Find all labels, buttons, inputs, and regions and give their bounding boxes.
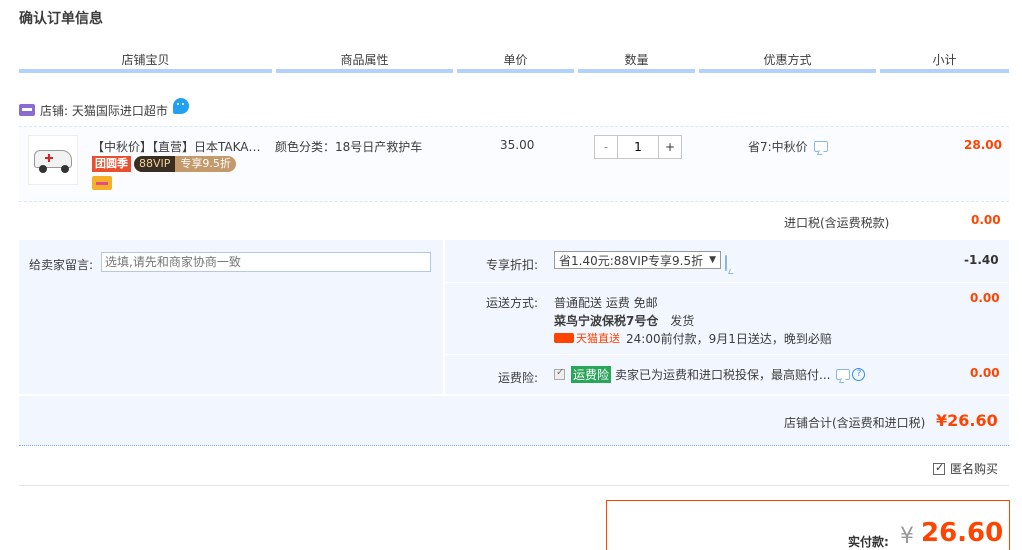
wangwang-chat-icon[interactable] xyxy=(172,98,189,114)
anonymous-purchase[interactable]: 匿名购买 xyxy=(933,460,998,477)
currency-symbol: ¥ xyxy=(900,524,914,549)
product-thumbnail[interactable] xyxy=(28,135,78,185)
qty-plus-button[interactable]: + xyxy=(659,136,681,158)
exclusive-discount-label: 专享折扣: xyxy=(485,258,538,272)
insurance-badge: 运费险 xyxy=(571,366,612,383)
insurance-label: 运费险: xyxy=(497,371,538,385)
comment-icon[interactable] xyxy=(836,369,851,380)
insurance-checkbox xyxy=(554,367,565,380)
credit-card-icon xyxy=(92,176,112,190)
header-underline xyxy=(699,69,876,73)
tmall-global-shop-icon xyxy=(19,104,35,116)
product-attribute: 颜色分类：18号日产救护车 xyxy=(275,140,423,154)
exclusive-discount-value: -1.40 xyxy=(964,253,999,267)
insurance-row: 运费险 卖家已为运费和进口税投保，最高赔付... ? xyxy=(554,366,866,383)
qty-minus-button[interactable]: - xyxy=(595,136,617,158)
item-subtotal: 28.00 xyxy=(964,138,1002,152)
shop-total-value: ¥26.60 xyxy=(936,411,998,430)
insurance-value: 0.00 xyxy=(970,366,1000,380)
promo-badges: 团圆季 88VIP 专享9.5折 xyxy=(92,156,236,172)
header-underline xyxy=(578,69,695,73)
import-tax-label: 进口税(含运费税款) xyxy=(784,216,890,230)
tuanyuan-badge: 团圆季 xyxy=(92,156,131,172)
col-header-shop-item: 店铺宝贝 xyxy=(121,53,170,67)
col-header-qty: 数量 xyxy=(624,53,649,67)
anonymous-label: 匿名购买 xyxy=(950,462,999,476)
import-tax-value: 0.00 xyxy=(971,213,1001,227)
product-name-link[interactable]: 【中秋价】【直营】日本TAKARA TOMY多美卡合金车 xyxy=(92,138,268,155)
select-value: 省1.40元:88VIP专享9.5折 xyxy=(559,253,704,268)
help-icon[interactable]: ? xyxy=(852,368,866,381)
discount-method: 省7:中秋价 xyxy=(748,138,828,155)
shipping-label: 运送方式: xyxy=(485,296,538,310)
unit-price: 35.00 xyxy=(500,138,535,152)
shop-name[interactable]: 店铺: 天猫国际进口超市 xyxy=(40,102,168,119)
quantity-stepper: - + xyxy=(594,135,682,159)
page-title: 确认订单信息 xyxy=(19,11,103,27)
comment-icon[interactable] xyxy=(813,141,828,152)
header-underline xyxy=(880,69,1009,73)
actual-payment-label: 实付款: xyxy=(848,535,889,549)
shipping-warehouse: 菜鸟宁波保税7号仓 发货 xyxy=(554,314,695,328)
discount-text: 省7:中秋价 xyxy=(748,140,808,154)
dropdown-arrow-icon: ▼ xyxy=(709,255,717,265)
tmall-logo-icon xyxy=(554,333,574,343)
shipping-method: 普通配送 运费 免邮 xyxy=(554,296,658,310)
header-underline xyxy=(457,69,574,73)
comment-icon[interactable] xyxy=(725,255,727,271)
insurance-text: 卖家已为运费和进口税投保，最高赔付... xyxy=(615,368,831,382)
vip-badge: 88VIP 专享9.5折 xyxy=(134,156,236,172)
col-header-subtotal: 小计 xyxy=(932,53,957,67)
delivery-promise: 天猫直送 24:00前付款，9月1日送达，晚到必赔 xyxy=(554,330,832,347)
shipping-value: 0.00 xyxy=(970,291,1000,305)
col-header-attr: 商品属性 xyxy=(340,53,389,67)
shop-row: 店铺: 天猫国际进口超市 xyxy=(19,98,189,120)
qty-input[interactable] xyxy=(617,136,659,158)
memo-label: 给卖家留言: xyxy=(29,258,94,272)
col-header-discount: 优惠方式 xyxy=(763,53,812,67)
actual-payment-value: 26.60 xyxy=(921,518,1004,548)
anonymous-checkbox[interactable] xyxy=(933,461,945,475)
header-underline xyxy=(19,69,272,73)
divider xyxy=(19,485,1009,486)
tmall-direct-tag: 天猫直送 xyxy=(554,330,620,346)
shop-total-label: 店铺合计(含运费和进口税) xyxy=(784,416,926,430)
memo-input[interactable] xyxy=(101,252,431,272)
col-header-price: 单价 xyxy=(503,53,528,67)
header-underline xyxy=(276,69,453,73)
exclusive-discount-select[interactable]: 省1.40元:88VIP专享9.5折 ▼ xyxy=(554,251,722,269)
